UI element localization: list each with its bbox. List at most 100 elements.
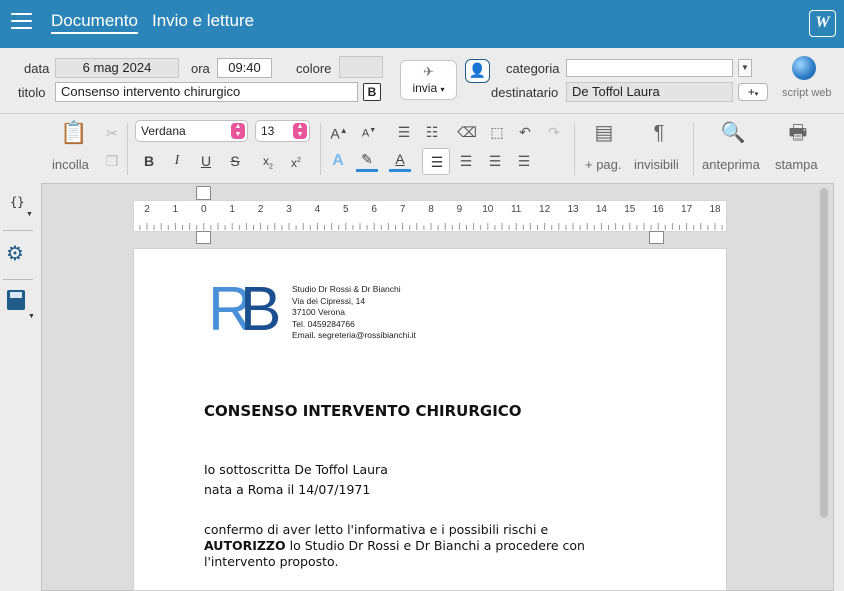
- text-effect-icon[interactable]: A: [327, 151, 349, 171]
- preview-icon[interactable]: 🔍: [720, 123, 746, 143]
- ruler-number: 4: [314, 204, 321, 215]
- font-size-select[interactable]: 13 ▲ ▼: [255, 120, 310, 142]
- ruler-number: 14: [595, 204, 607, 215]
- ruler-number: 3: [286, 204, 292, 215]
- ruler-number: 16: [652, 204, 664, 215]
- ruler-number: 5: [343, 204, 349, 215]
- bullet-list-icon[interactable]: ☰: [393, 122, 415, 142]
- category-dropdown-icon[interactable]: ▼: [738, 59, 752, 77]
- color-picker[interactable]: [339, 56, 383, 78]
- invisibili-label[interactable]: invisibili: [634, 157, 679, 172]
- document-title: CONSENSO INTERVENTO CHIRURGICO: [204, 402, 522, 420]
- menu-icon[interactable]: [11, 13, 32, 29]
- print-icon[interactable]: 🖶: [785, 123, 811, 143]
- script-web-label[interactable]: script web: [782, 87, 832, 99]
- document-fields: data 6 mag 2024 ora 09:40 colore titolo …: [0, 48, 844, 114]
- top-bar: Documento Invio e letture W: [0, 0, 844, 48]
- numbered-list-icon[interactable]: ☷: [421, 122, 443, 142]
- document-line: l'intervento proposto.: [204, 554, 339, 569]
- titolo-label: titolo: [18, 85, 46, 100]
- align-center-icon[interactable]: ☰: [455, 151, 477, 171]
- align-left-button[interactable]: ☰: [422, 148, 450, 175]
- highlight-color-icon[interactable]: ✎: [356, 149, 378, 172]
- app-logo-icon[interactable]: W: [809, 10, 836, 37]
- ruler-number: 8: [428, 204, 434, 215]
- pilcrow-icon[interactable]: ¶: [648, 123, 670, 143]
- ruler-number: 6: [371, 204, 377, 215]
- tab-invio-e-letture[interactable]: Invio e letture: [152, 11, 254, 31]
- colore-label: colore: [296, 61, 332, 76]
- italic-icon[interactable]: I: [166, 151, 188, 171]
- document-bold-word: AUTORIZZO: [204, 538, 286, 553]
- first-line-indent-marker[interactable]: [196, 186, 211, 200]
- logo-letter-b: B: [240, 275, 282, 344]
- left-sidebar: {} ▼ ⚙ ▼: [0, 183, 36, 591]
- invia-button[interactable]: ✈ invia ▾: [400, 60, 457, 100]
- bold-title-button[interactable]: B: [363, 83, 381, 101]
- ruler-number: 1: [172, 204, 179, 215]
- invia-label: invia: [412, 81, 438, 95]
- document-line: lo Studio Dr Rossi e Dr Bianchi a proced…: [285, 538, 585, 553]
- ruler-number: 12: [539, 204, 551, 215]
- cut-icon[interactable]: ✂: [101, 123, 123, 143]
- ruler-number: 0: [201, 204, 207, 215]
- title-field[interactable]: Consenso intervento chirurgico: [55, 82, 358, 102]
- add-page-label[interactable]: + pag.: [585, 157, 622, 172]
- letterhead-line: Tel. 0459284766: [292, 318, 355, 329]
- right-indent-marker[interactable]: [649, 231, 664, 244]
- ruler-number: 2: [257, 204, 264, 215]
- left-indent-marker[interactable]: [196, 231, 211, 244]
- tab-documento[interactable]: Documento: [51, 11, 138, 34]
- decrease-font-icon[interactable]: A▼: [358, 121, 380, 144]
- document-page[interactable]: R B Studio Dr Rossi & Dr Bianchi Via dei…: [133, 248, 727, 591]
- stampa-label[interactable]: stampa: [775, 157, 818, 172]
- ruler-number: 1: [229, 204, 235, 215]
- save-icon[interactable]: [7, 290, 25, 310]
- settings-gear-icon[interactable]: ⚙: [6, 241, 24, 266]
- subscript-icon[interactable]: x2: [257, 151, 279, 177]
- recipient-field[interactable]: De Toffol Laura: [566, 82, 733, 102]
- letterhead-line: 37100 Verona: [292, 307, 345, 317]
- superscript-icon[interactable]: x2: [285, 151, 307, 173]
- bold-icon[interactable]: B: [138, 151, 160, 171]
- increase-font-icon[interactable]: A▲: [328, 121, 350, 144]
- save-dropdown-icon[interactable]: ▼: [28, 313, 35, 320]
- letterhead: Studio Dr Rossi & Dr Bianchi Via dei Cip…: [292, 284, 416, 342]
- strikethrough-icon[interactable]: S: [224, 151, 246, 171]
- align-right-icon[interactable]: ☰: [484, 151, 506, 171]
- justify-icon[interactable]: ☰: [513, 151, 535, 171]
- clear-format-icon[interactable]: ⌫: [456, 122, 478, 142]
- copy-icon[interactable]: ❐: [101, 151, 123, 171]
- redo-icon[interactable]: ↷: [543, 122, 565, 142]
- font-family-arrow-icon: ▲ ▼: [231, 123, 245, 139]
- vertical-scrollbar[interactable]: [820, 188, 828, 518]
- select-all-icon[interactable]: ⬚: [486, 122, 508, 142]
- font-size-arrow-icon: ▲ ▼: [293, 123, 307, 139]
- data-label: data: [24, 61, 50, 76]
- font-color-icon[interactable]: A: [389, 149, 411, 172]
- chevron-down-icon[interactable]: ▼: [26, 211, 33, 218]
- add-recipient-button[interactable]: +▾: [738, 83, 768, 101]
- undo-icon[interactable]: ↶: [514, 122, 536, 142]
- ruler-number: 15: [624, 204, 636, 215]
- contact-icon[interactable]: 👤: [465, 59, 490, 83]
- incolla-label[interactable]: incolla: [52, 157, 89, 172]
- ruler[interactable]: 2 1 0 1 2 3 4 5 6 7 8 9 10 11 12 13 14 15 16 17 18: [133, 200, 727, 232]
- ruler-number: 17: [681, 204, 693, 215]
- anteprima-label[interactable]: anteprima: [702, 157, 760, 172]
- code-icon[interactable]: {}: [10, 195, 24, 209]
- letterhead-line: Via dei Cipressi, 14: [292, 295, 366, 306]
- time-field[interactable]: 09:40: [217, 58, 272, 78]
- letterhead-line: Studio Dr Rossi & Dr Bianchi: [292, 284, 401, 294]
- add-page-icon[interactable]: ▤: [592, 123, 616, 143]
- clipboard-icon[interactable]: 📋: [60, 122, 87, 149]
- document-line: nata a Roma il 14/07/1971: [204, 482, 371, 497]
- font-family-select[interactable]: Verdana ▲ ▼: [135, 120, 248, 142]
- format-toolbar: 📋 ✂ ❐ incolla Verdana ▲ ▼ 13 ▲ ▼ B I U S x…: [0, 115, 844, 183]
- underline-icon[interactable]: U: [195, 151, 217, 171]
- globe-icon[interactable]: [792, 56, 816, 80]
- category-field[interactable]: [566, 59, 733, 77]
- ruler-number: 13: [567, 204, 579, 215]
- date-field[interactable]: 6 mag 2024: [55, 58, 179, 78]
- logo-letter-r: R: [208, 275, 253, 344]
